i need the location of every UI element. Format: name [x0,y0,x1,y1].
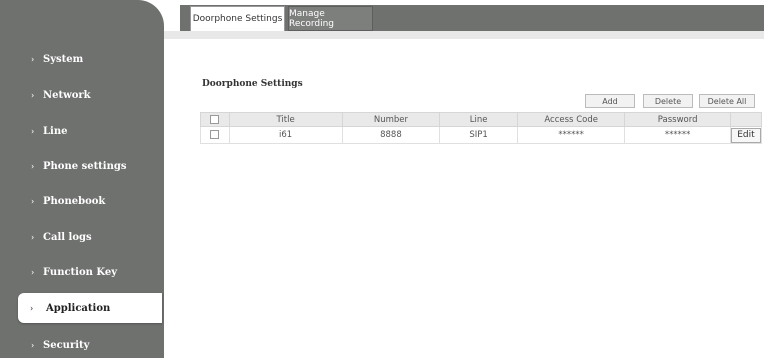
delete-all-button[interactable]: Delete All [699,94,755,108]
sidebar-item-system[interactable]: › System [0,44,162,74]
cell-password: ****** [624,126,731,144]
table-header-row: Title Number Line Access Code Password [200,112,763,127]
sidebar-item-line[interactable]: › Line [0,116,162,146]
sidebar: › System › Network › Line › Phone settin… [0,0,164,358]
chevron-right-icon: › [31,232,35,242]
chevron-right-icon: › [31,54,35,64]
cell-title: i61 [228,126,343,144]
sidebar-item-phone-settings[interactable]: › Phone settings [0,151,162,181]
sidebar-item-label: Function Key [43,266,118,278]
sidebar-item-label: Call logs [43,231,92,243]
chevron-right-icon: › [31,196,35,206]
chevron-right-icon: › [31,161,35,171]
section-title: Doorphone Settings [202,79,303,89]
select-all-checkbox[interactable] [210,114,220,124]
sidebar-item-label: Security [43,339,90,351]
table-row: i61 8888 SIP1 ****** ****** Edit [200,126,763,144]
chevron-right-icon: › [31,340,35,350]
sidebar-item-application[interactable]: › Application [18,293,162,323]
sidebar-item-call-logs[interactable]: › Call logs [0,222,162,252]
doorphone-table: Title Number Line Access Code Password i… [200,112,763,144]
header-underbar [164,31,764,39]
edit-button[interactable]: Edit [731,127,761,143]
add-button[interactable]: Add [585,94,635,108]
cell-access-code: ****** [516,126,626,144]
sidebar-item-phonebook[interactable]: › Phonebook [0,186,162,216]
sidebar-item-label: System [43,53,84,65]
column-header-password: Password [624,112,731,127]
row-select-cell [200,126,230,144]
sidebar-item-security[interactable]: › Security [0,330,162,358]
sidebar-item-label: Line [43,125,68,137]
sidebar-item-label: Application [46,302,111,314]
sidebar-item-function-key[interactable]: › Function Key [0,257,162,287]
column-header-number: Number [341,112,441,127]
tab-manage-recording[interactable]: Manage Recording [288,6,373,31]
column-header-edit [729,112,763,127]
cell-number: 8888 [341,126,441,144]
chevron-right-icon: › [31,90,35,100]
tab-doorphone-settings[interactable]: Doorphone Settings [190,6,285,31]
sidebar-item-label: Phone settings [43,160,127,172]
select-all-cell [200,112,230,127]
column-header-title: Title [228,112,343,127]
sidebar-item-label: Phonebook [43,195,106,207]
cell-line: SIP1 [439,126,518,144]
delete-button[interactable]: Delete [643,94,693,108]
column-header-access-code: Access Code [516,112,626,127]
chevron-right-icon: › [31,126,35,136]
sidebar-item-label: Network [43,89,91,101]
row-checkbox[interactable] [210,130,220,139]
cell-edit: Edit [729,126,763,144]
column-header-line: Line [439,112,518,127]
sidebar-item-network[interactable]: › Network [0,80,162,110]
chevron-right-icon: › [30,303,34,313]
chevron-right-icon: › [31,267,35,277]
